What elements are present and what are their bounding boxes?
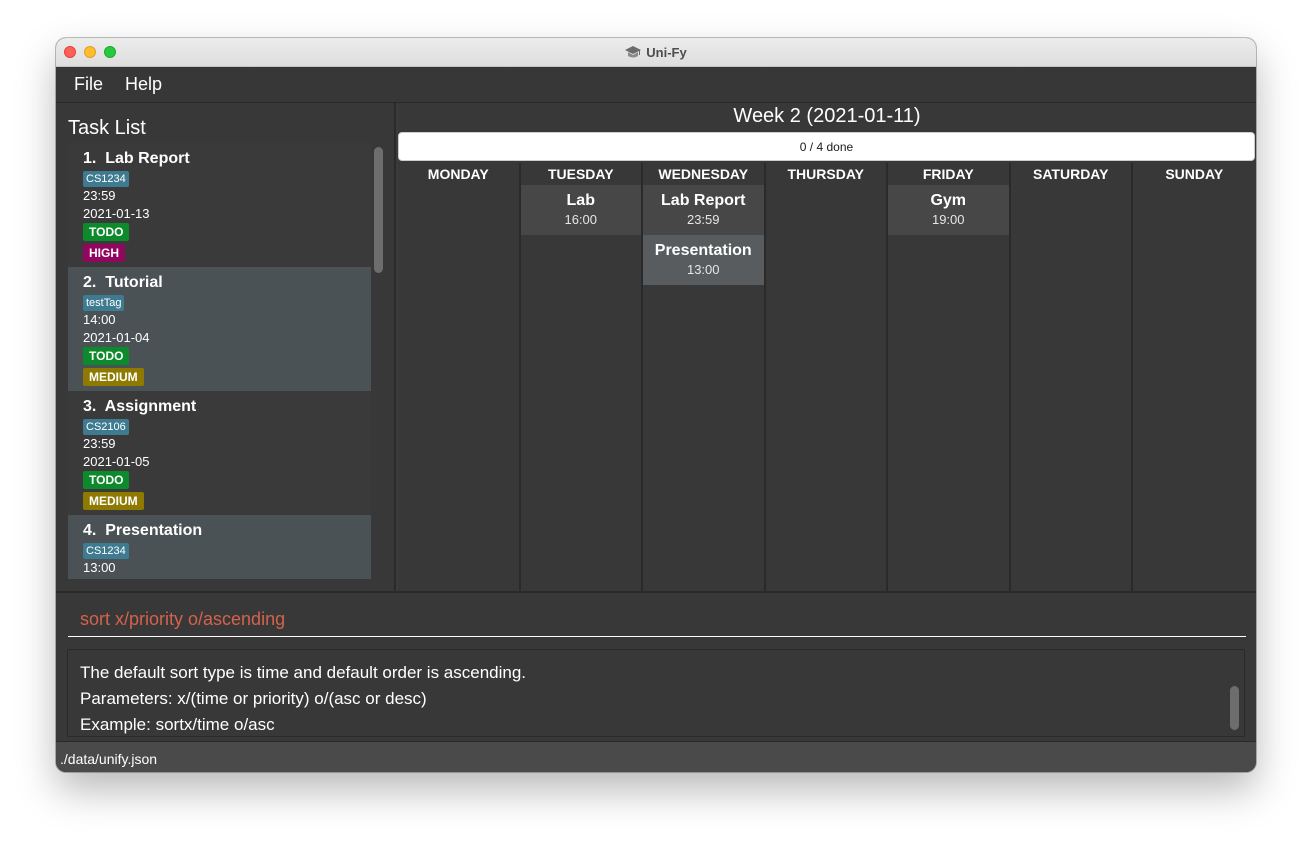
task-time: 23:59 xyxy=(83,188,116,203)
task-index: 3. xyxy=(83,398,97,415)
task-date: 2021-01-13 xyxy=(83,206,150,221)
task-index: 2. xyxy=(83,274,97,291)
day-columns: MONDAY TUESDAY Lab 16:00 WEDNESDAY Lab R… xyxy=(398,163,1256,591)
result-display[interactable]: The default sort type is time and defaul… xyxy=(67,649,1245,737)
calendar-event[interactable]: Presentation 13:00 xyxy=(643,235,764,285)
task-list-scrollbar[interactable] xyxy=(374,147,383,273)
task-tag: CS1234 xyxy=(83,171,129,187)
task-name: Lab Report xyxy=(105,150,190,167)
day-column-tuesday: TUESDAY Lab 16:00 xyxy=(520,163,643,591)
progress-text: 0 / 4 done xyxy=(799,139,854,154)
close-button[interactable] xyxy=(64,46,76,58)
task-tag: CS1234 xyxy=(83,543,129,559)
task-priority-badge: HIGH xyxy=(83,244,125,262)
task-tag: CS2106 xyxy=(83,419,129,435)
window-controls xyxy=(64,46,116,58)
task-status-badge: TODO xyxy=(83,347,130,365)
day-header: WEDNESDAY xyxy=(658,166,749,182)
window-title: Uni-Fy xyxy=(646,44,687,60)
event-time: 19:00 xyxy=(931,212,965,227)
day-column-sunday: SUNDAY xyxy=(1133,163,1256,591)
result-display-area: The default sort type is time and defaul… xyxy=(56,641,1256,741)
task-time: 13:00 xyxy=(83,560,116,575)
task-title: 3. Assignment xyxy=(83,397,371,417)
menu-bar: File Help xyxy=(56,67,1256,103)
main-area: Task List 1. Lab Report CS1234 23:59 202… xyxy=(56,103,1256,591)
event-title: Gym xyxy=(930,192,967,209)
status-bar: ./data/unify.json xyxy=(56,741,1256,772)
task-date: 2021-01-04 xyxy=(83,330,150,345)
task-card[interactable]: 4. Presentation CS1234 13:00 xyxy=(68,515,371,579)
day-column-wednesday: WEDNESDAY Lab Report 23:59 Presentation … xyxy=(643,163,766,591)
week-calendar: Week 2 (2021-01-11) 0 / 4 done MONDAY TU… xyxy=(398,103,1256,591)
result-line: Example: sortx/time o/asc xyxy=(80,715,275,734)
graduation-cap-icon xyxy=(625,46,642,58)
task-tag: testTag xyxy=(83,295,125,311)
day-header: FRIDAY xyxy=(922,166,974,182)
event-time: 23:59 xyxy=(686,212,720,227)
day-header: MONDAY xyxy=(427,166,489,182)
task-name: Tutorial xyxy=(105,274,163,291)
task-time: 14:00 xyxy=(83,312,116,327)
task-card[interactable]: 2. Tutorial testTag 14:00 2021-01-04 TOD… xyxy=(68,267,371,391)
event-title: Presentation xyxy=(654,242,752,259)
minimize-button[interactable] xyxy=(84,46,96,58)
task-date: 2021-01-05 xyxy=(83,454,150,469)
day-header: TUESDAY xyxy=(547,166,614,182)
day-column-thursday: THURSDAY xyxy=(765,163,888,591)
day-header: THURSDAY xyxy=(787,166,865,182)
task-title: 4. Presentation xyxy=(83,521,371,541)
app-window: Uni-Fy File Help Task List 1. Lab Report… xyxy=(56,38,1256,772)
result-text: The default sort type is time and defaul… xyxy=(80,660,527,736)
result-line: Parameters: x/(time or priority) o/(asc … xyxy=(80,689,427,708)
task-time: 23:59 xyxy=(83,436,116,451)
day-header: SUNDAY xyxy=(1165,166,1224,182)
task-list[interactable]: 1. Lab Report CS1234 23:59 2021-01-13 TO… xyxy=(68,143,371,579)
day-header: SATURDAY xyxy=(1033,166,1109,182)
task-list-panel: Task List 1. Lab Report CS1234 23:59 202… xyxy=(56,103,396,591)
title-bar: Uni-Fy xyxy=(56,38,1256,67)
window-title-group: Uni-Fy xyxy=(625,44,687,60)
event-time: 13:00 xyxy=(686,262,720,277)
result-scrollbar[interactable] xyxy=(1230,686,1239,730)
day-column-monday: MONDAY xyxy=(398,163,521,591)
task-title: 1. Lab Report xyxy=(83,149,371,169)
event-time: 16:00 xyxy=(564,212,598,227)
task-list-title: Task List xyxy=(68,117,146,139)
task-card[interactable]: 1. Lab Report CS1234 23:59 2021-01-13 TO… xyxy=(68,143,371,267)
week-label: Week 2 (2021-01-11) xyxy=(733,105,921,127)
task-priority-badge: MEDIUM xyxy=(83,492,144,510)
task-index: 1. xyxy=(83,150,97,167)
data-file-path: ./data/unify.json xyxy=(60,751,158,767)
day-column-friday: FRIDAY Gym 19:00 xyxy=(888,163,1011,591)
task-index: 4. xyxy=(83,522,97,539)
result-line: The default sort type is time and defaul… xyxy=(80,663,527,682)
task-priority-badge: MEDIUM xyxy=(83,368,144,386)
maximize-button[interactable] xyxy=(104,46,116,58)
calendar-event[interactable]: Lab 16:00 xyxy=(520,185,641,235)
task-title: 2. Tutorial xyxy=(83,273,371,293)
task-name: Presentation xyxy=(105,522,203,539)
event-title: Lab Report xyxy=(661,192,746,209)
calendar-event[interactable]: Lab Report 23:59 xyxy=(643,185,764,235)
command-input[interactable] xyxy=(68,603,1246,637)
task-name: Assignment xyxy=(104,398,197,415)
task-status-badge: TODO xyxy=(83,223,130,241)
menu-file[interactable]: File xyxy=(74,74,103,95)
calendar-event[interactable]: Gym 19:00 xyxy=(888,185,1009,235)
event-title: Lab xyxy=(566,192,595,209)
task-card[interactable]: 3. Assignment CS2106 23:59 2021-01-05 TO… xyxy=(68,391,371,515)
command-box xyxy=(56,591,1256,641)
day-column-saturday: SATURDAY xyxy=(1010,163,1133,591)
task-status-badge: TODO xyxy=(83,471,130,489)
progress-bar: 0 / 4 done xyxy=(398,132,1255,161)
menu-help[interactable]: Help xyxy=(125,74,162,95)
